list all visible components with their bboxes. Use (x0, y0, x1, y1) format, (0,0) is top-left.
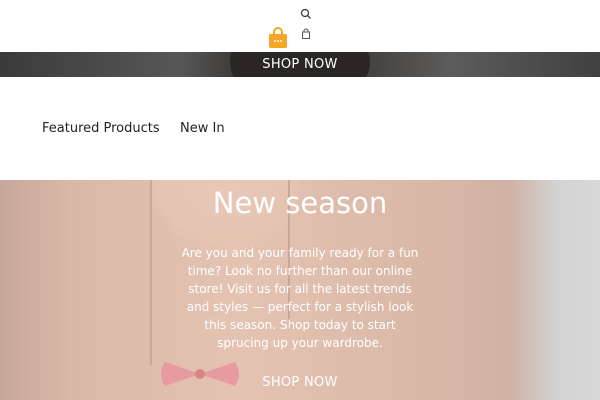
banner-title: New season (212, 186, 388, 220)
cart-icon[interactable] (300, 28, 312, 40)
site-header (0, 0, 600, 52)
new-season-banner: New season Are you and your family ready… (0, 180, 600, 400)
banner-description: Are you and your family ready for a fun … (181, 246, 419, 350)
search-icon[interactable] (300, 8, 312, 20)
hero-banner: SHOP NOW (0, 52, 600, 77)
shopping-bag-logo-icon[interactable] (268, 27, 288, 49)
product-tabs: Featured Products New In (0, 77, 600, 180)
banner-shop-now-button[interactable]: SHOP NOW (0, 375, 600, 390)
tab-new-in[interactable]: New In (180, 121, 225, 136)
tab-featured-products[interactable]: Featured Products (42, 121, 160, 136)
hero-shop-now-button[interactable]: SHOP NOW (0, 57, 600, 72)
